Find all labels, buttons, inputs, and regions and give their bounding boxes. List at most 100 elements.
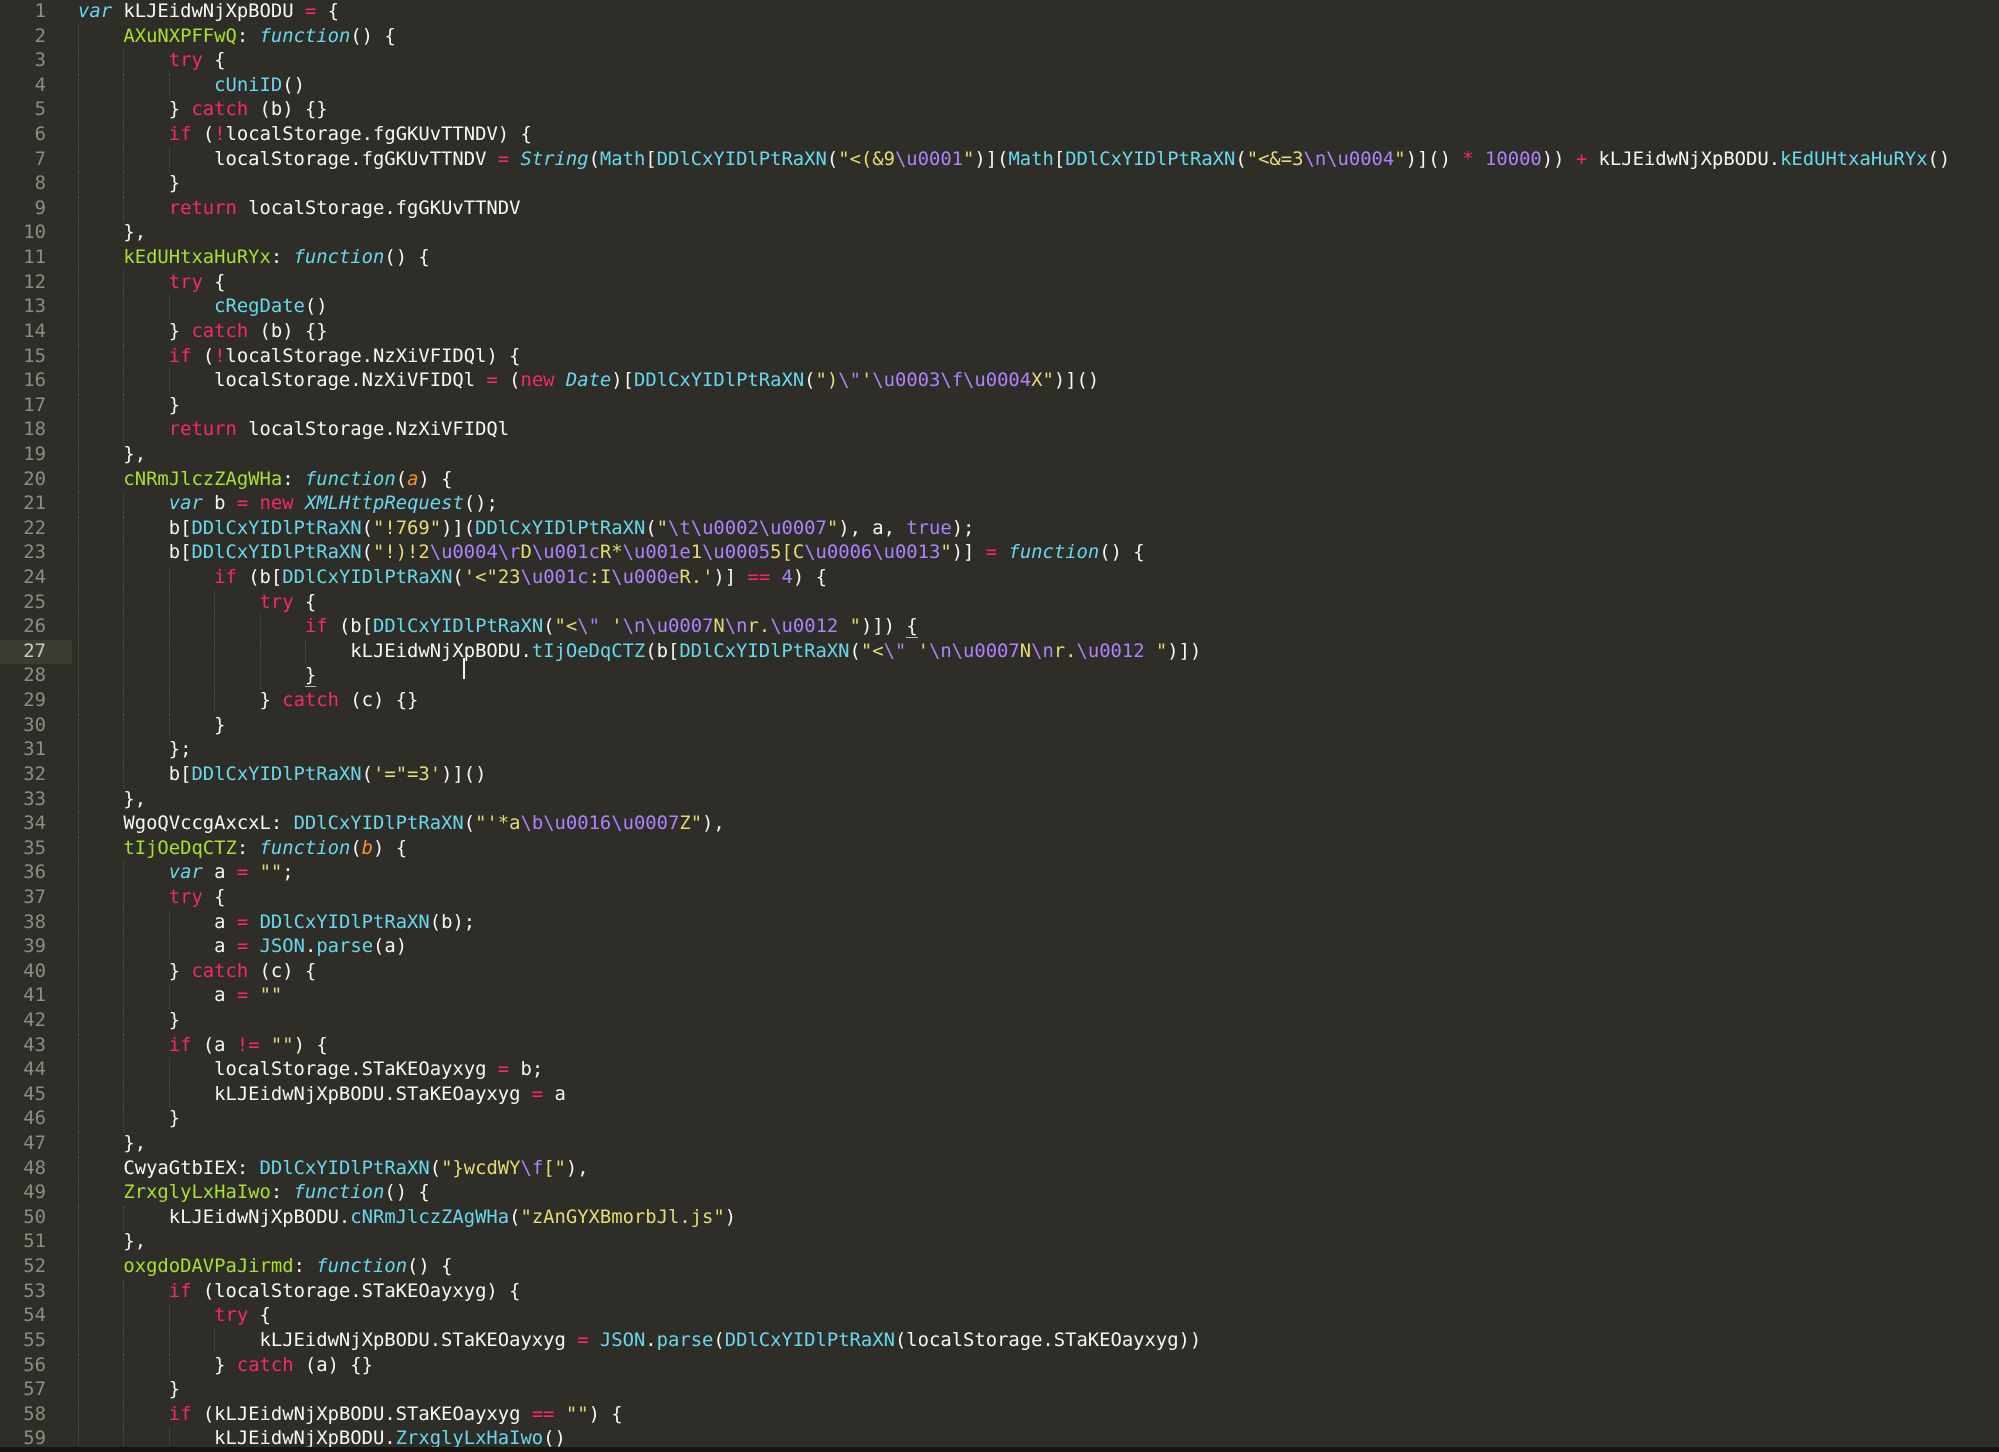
code-line[interactable]: 46 } [0, 1107, 1999, 1132]
code-token [78, 124, 169, 145]
code-token: \u0004\r [430, 542, 521, 563]
code-line[interactable]: 30 } [0, 714, 1999, 739]
code-line[interactable]: 2 AXuNXPFFwQ: function() { [0, 25, 1999, 50]
code-line[interactable]: 27 kLJEidwNjXpBODU.tIjOeDqCTZ(b[DDlCxYID… [0, 640, 1999, 665]
code-line[interactable]: 52 oxgdoDAVPaJirmd: function() { [0, 1255, 1999, 1280]
code-line[interactable]: 1var kLJEidwNjXpBODU = { [0, 0, 1999, 25]
code-token: try [169, 50, 203, 71]
code-line[interactable]: 9 return localStorage.fgGKUvTTNDV [0, 197, 1999, 222]
code-token [78, 567, 214, 588]
code-line[interactable]: 12 try { [0, 271, 1999, 296]
code-line[interactable]: 7 localStorage.fgGKUvTTNDV = String(Math… [0, 148, 1999, 173]
code-line[interactable]: 18 return localStorage.NzXiVFIDQl [0, 418, 1999, 443]
code-line[interactable]: 54 try { [0, 1304, 1999, 1329]
code-token: () { [384, 247, 429, 268]
code-token: = [498, 1059, 509, 1080]
code-text: if (b[DDlCxYIDlPtRaXN('<"23\u001c:I\u000… [78, 567, 827, 588]
line-number: 32 [0, 763, 72, 788]
code-line[interactable]: 15 if (!localStorage.NzXiVFIDQl) { [0, 345, 1999, 370]
code-line[interactable]: 31 }; [0, 738, 1999, 763]
code-token: { [203, 887, 226, 908]
code-line[interactable]: 4 cUniID() [0, 74, 1999, 99]
code-line[interactable]: 6 if (!localStorage.fgGKUvTTNDV) { [0, 123, 1999, 148]
code-token: )]( [441, 518, 475, 539]
code-line[interactable]: 3 try { [0, 49, 1999, 74]
code-line[interactable]: 34 WgoQVccgAxcxL: DDlCxYIDlPtRaXN("'*a\b… [0, 812, 1999, 837]
code-token: = [237, 985, 248, 1006]
code-line[interactable]: 56 } catch (a) {} [0, 1354, 1999, 1379]
code-line[interactable]: 22 b[DDlCxYIDlPtRaXN("!769")](DDlCxYIDlP… [0, 517, 1999, 542]
code-token: localStorage.fgGKUvTTNDV) { [226, 124, 532, 145]
code-line[interactable]: 25 try { [0, 591, 1999, 616]
code-line[interactable]: 53 if (localStorage.STaKEOayxyg) { [0, 1280, 1999, 1305]
code-line[interactable]: 36 var a = ""; [0, 861, 1999, 886]
line-number: 12 [0, 271, 72, 296]
line-number: 52 [0, 1255, 72, 1280]
code-line[interactable]: 23 b[DDlCxYIDlPtRaXN("!)!2\u0004\rD\u001… [0, 541, 1999, 566]
code-token: "}wcdWY [441, 1158, 520, 1179]
code-token: "< [555, 616, 578, 637]
code-token: return [169, 198, 237, 219]
code-line[interactable]: 29 } catch (c) {} [0, 689, 1999, 714]
code-line[interactable]: 10 }, [0, 221, 1999, 246]
code-line[interactable]: 11 kEdUHtxaHuRYx: function() { [0, 246, 1999, 271]
code-line[interactable]: 32 b[DDlCxYIDlPtRaXN('="=3')]() [0, 763, 1999, 788]
code-line[interactable]: 48 CwyaGtbIEX: DDlCxYIDlPtRaXN("}wcdWY\f… [0, 1157, 1999, 1182]
code-token: != [237, 1035, 260, 1056]
code-token: = [498, 149, 509, 170]
code-line[interactable]: 39 a = JSON.parse(a) [0, 935, 1999, 960]
code-line[interactable]: 55 kLJEidwNjXpBODU.STaKEOayxyg = JSON.pa… [0, 1329, 1999, 1354]
code-token: \u0012 [1077, 641, 1145, 662]
code-line[interactable]: 45 kLJEidwNjXpBODU.STaKEOayxyg = a [0, 1083, 1999, 1108]
code-line[interactable]: 43 if (a != "") { [0, 1034, 1999, 1059]
code-token: \u0012 [770, 616, 838, 637]
code-line[interactable]: 8 } [0, 172, 1999, 197]
code-token: oxgdoDAVPaJirmd [123, 1256, 293, 1277]
code-token [78, 247, 123, 268]
code-line[interactable]: 49 ZrxglyLxHaIwo: function() { [0, 1181, 1999, 1206]
code-token: AXuNXPFFwQ [123, 26, 236, 47]
code-line[interactable]: 24 if (b[DDlCxYIDlPtRaXN('<"23\u001c:I\u… [0, 566, 1999, 591]
code-token: . [645, 1330, 656, 1351]
code-token: \f [521, 1158, 544, 1179]
code-token: ( [827, 149, 838, 170]
code-text: return localStorage.NzXiVFIDQl [78, 419, 509, 440]
code-line[interactable]: 40 } catch (c) { [0, 960, 1999, 985]
code-line[interactable]: 28 } [0, 664, 1999, 689]
code-line[interactable]: 51 }, [0, 1230, 1999, 1255]
code-editor[interactable]: 1var kLJEidwNjXpBODU = {2 AXuNXPFFwQ: fu… [0, 0, 1999, 1452]
line-number: 53 [0, 1280, 72, 1305]
line-number: 4 [0, 74, 72, 99]
code-token: ( [509, 1207, 520, 1228]
code-line[interactable]: 44 localStorage.STaKEOayxyg = b; [0, 1058, 1999, 1083]
code-line[interactable]: 20 cNRmJlczZAgWHa: function(a) { [0, 468, 1999, 493]
code-line[interactable]: 5 } catch (b) {} [0, 98, 1999, 123]
code-token: : [271, 1182, 294, 1203]
code-line[interactable]: 47 }, [0, 1132, 1999, 1157]
code-token: DDlCxYIDlPtRaXN [260, 1158, 430, 1179]
code-line[interactable]: 58 if (kLJEidwNjXpBODU.STaKEOayxyg == ""… [0, 1403, 1999, 1428]
code-line[interactable]: 14 } catch (b) {} [0, 320, 1999, 345]
code-line[interactable]: 50 kLJEidwNjXpBODU.cNRmJlczZAgWHa("zAnGY… [0, 1206, 1999, 1231]
code-line[interactable]: 57 } [0, 1378, 1999, 1403]
code-line[interactable]: 38 a = DDlCxYIDlPtRaXN(b); [0, 911, 1999, 936]
matched-bracket: } [305, 665, 316, 687]
line-number: 27 [0, 640, 72, 665]
code-text: cNRmJlczZAgWHa: function(a) { [78, 469, 452, 490]
code-line[interactable]: 42 } [0, 1009, 1999, 1034]
code-text: } [78, 715, 225, 736]
code-token: DDlCxYIDlPtRaXN [1065, 149, 1235, 170]
code-token [78, 1404, 169, 1425]
code-line[interactable]: 26 if (b[DDlCxYIDlPtRaXN("<\" '\n\u0007N… [0, 615, 1999, 640]
code-line[interactable]: 13 cRegDate() [0, 295, 1999, 320]
code-line[interactable]: 41 a = "" [0, 984, 1999, 1009]
code-line[interactable]: 16 localStorage.NzXiVFIDQl = (new Date)[… [0, 369, 1999, 394]
code-line[interactable]: 35 tIjOeDqCTZ: function(b) { [0, 837, 1999, 862]
code-token: \" [838, 370, 861, 391]
code-line[interactable]: 37 try { [0, 886, 1999, 911]
code-token: if [169, 1035, 192, 1056]
code-line[interactable]: 19 }, [0, 443, 1999, 468]
code-line[interactable]: 33 }, [0, 788, 1999, 813]
code-line[interactable]: 21 var b = new XMLHttpRequest(); [0, 492, 1999, 517]
code-line[interactable]: 17 } [0, 394, 1999, 419]
